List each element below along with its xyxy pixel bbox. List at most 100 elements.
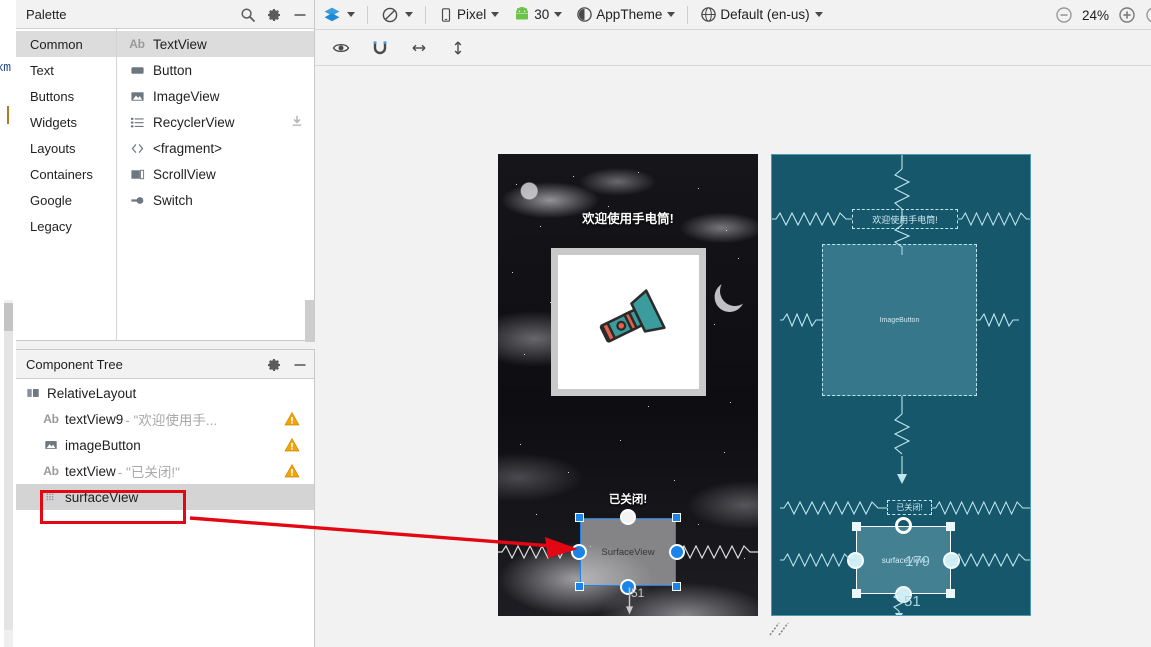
bp-resize-handle-top-right[interactable] xyxy=(946,522,955,531)
blueprint-preview[interactable]: 欢迎使用手电筒! ImageButton 已关闭! surfaceView 17… xyxy=(771,154,1031,616)
palette-item-fragment[interactable]: <fragment> xyxy=(117,135,314,161)
resize-handle-top-left[interactable] xyxy=(575,513,584,522)
bp-constraint-anchor-top[interactable] xyxy=(895,517,912,534)
minimize-icon[interactable] xyxy=(292,357,308,373)
android-robot-icon xyxy=(516,6,529,19)
textview-ab-icon: Ab xyxy=(43,412,59,426)
palette-category-label: Buttons xyxy=(30,88,75,104)
constraint-anchor-left[interactable] xyxy=(571,544,587,560)
orientation-button[interactable] xyxy=(373,3,420,27)
design-canvas[interactable]: 欢迎使用手电筒! 已关闭! SurfaceView 51 欢迎使用手电筒! Im… xyxy=(315,66,1151,647)
surfaceview-label: SurfaceView xyxy=(601,546,655,558)
palette-category-containers[interactable]: Containers xyxy=(16,161,116,187)
bottom-constraint-arrow xyxy=(625,587,634,615)
bp-resize-handle-bottom-right[interactable] xyxy=(946,589,955,598)
api-level-selector[interactable]: 30 xyxy=(506,3,569,27)
show-constraints-toggle[interactable] xyxy=(330,37,352,59)
bp-bottom-constraint-value: 51 xyxy=(904,593,921,610)
palette-item-switch[interactable]: Switch xyxy=(117,187,314,213)
palette-item-label: RecyclerView xyxy=(153,114,235,130)
editor-scrollbar-thumb[interactable] xyxy=(4,303,13,331)
tree-row-id: textView9 xyxy=(65,411,124,427)
bp-node-textview[interactable]: 已关闭! xyxy=(887,500,932,515)
bp-spring-status-left xyxy=(780,501,887,515)
palette-category-legacy[interactable]: Legacy xyxy=(16,213,116,239)
chevron-down-icon xyxy=(491,12,500,17)
preview-image-button[interactable] xyxy=(551,248,706,396)
palette-category-text[interactable]: Text xyxy=(16,57,116,83)
palette-category-google[interactable]: Google xyxy=(16,187,116,213)
vertical-align-icon xyxy=(454,41,462,54)
palette-category-widgets[interactable]: Widgets xyxy=(16,109,116,135)
palette-category-list: Common Text Buttons Widgets Layouts Cont… xyxy=(16,29,117,340)
tree-row-textview[interactable]: Ab textView - "已关闭!" xyxy=(16,458,314,484)
palette-category-buttons[interactable]: Buttons xyxy=(16,83,116,109)
palette-item-textview[interactable]: Ab TextView xyxy=(117,31,314,57)
warning-icon[interactable] xyxy=(284,437,300,453)
gear-icon[interactable] xyxy=(266,7,282,23)
tree-row-relativelayout[interactable]: RelativeLayout xyxy=(16,380,314,406)
component-tree-list: RelativeLayout Ab textView9 - "欢迎使用手... xyxy=(16,380,314,647)
minimize-icon[interactable] xyxy=(292,7,308,23)
horizontal-guideline-button[interactable] xyxy=(408,37,430,59)
textview-ab-icon: Ab xyxy=(129,37,145,51)
constraint-anchor-right[interactable] xyxy=(669,544,685,560)
zoom-in-icon[interactable] xyxy=(1118,6,1136,24)
constraint-spring-left xyxy=(498,545,580,559)
bp-spring-surface-right xyxy=(951,553,1030,567)
component-tree-panel: Component Tree RelativeLayout Ab textVie… xyxy=(16,349,315,647)
warning-icon[interactable] xyxy=(284,411,300,427)
bp-bottom-constraint-arrow xyxy=(892,592,906,615)
theme-contrast-icon xyxy=(577,7,593,22)
palette-item-button[interactable]: Button xyxy=(117,57,314,83)
bp-spring-surface-left xyxy=(780,553,856,567)
palette-item-label: ImageView xyxy=(153,88,220,104)
locale-selector[interactable]: Default (en-us) xyxy=(693,3,829,27)
textview-ab-icon: Ab xyxy=(43,464,59,478)
palette-category-label: Legacy xyxy=(30,218,72,234)
theme-selector[interactable]: AppTheme xyxy=(569,3,682,27)
palette-category-label: Widgets xyxy=(30,114,77,130)
palette-item-label: <fragment> xyxy=(153,140,223,156)
palette-category-label: Google xyxy=(30,192,72,208)
device-selector[interactable]: Pixel xyxy=(431,3,506,27)
bp-resize-handle-bottom-left[interactable] xyxy=(852,589,861,598)
switch-icon xyxy=(128,193,146,208)
palette-category-common[interactable]: Common xyxy=(16,31,116,57)
palette-item-imageview[interactable]: ImageView xyxy=(117,83,314,109)
canvas-resize-grip[interactable] xyxy=(767,620,791,638)
palette-item-recyclerview[interactable]: RecyclerView xyxy=(117,109,314,135)
bp-node-surfaceview[interactable]: surfaceView xyxy=(847,517,960,603)
tree-row-surfaceview[interactable]: surfaceView xyxy=(16,484,314,510)
selected-surfaceview[interactable]: SurfaceView xyxy=(571,509,685,595)
resize-handle-bottom-left[interactable] xyxy=(575,582,584,591)
eye-visibility-icon xyxy=(332,43,350,52)
editor-scrollbar-thumb-lower[interactable] xyxy=(4,330,13,630)
bp-resize-handle-top-left[interactable] xyxy=(852,522,861,531)
warning-icon[interactable] xyxy=(284,463,300,479)
resize-handle-top-right[interactable] xyxy=(672,513,681,522)
bp-node-imagebutton[interactable]: ImageButton xyxy=(822,244,977,396)
gear-icon[interactable] xyxy=(266,357,282,373)
resize-handle-bottom-right[interactable] xyxy=(672,582,681,591)
search-icon[interactable] xyxy=(240,7,256,23)
zoom-fit-icon[interactable] xyxy=(1145,6,1151,24)
tree-row-subtitle: - "已关闭!" xyxy=(117,465,180,480)
zoom-level-label: 24% xyxy=(1081,7,1109,23)
zoom-out-icon[interactable] xyxy=(1055,6,1073,24)
design-mode-button[interactable] xyxy=(315,3,362,27)
constraint-anchor-top[interactable] xyxy=(620,509,636,525)
palette-panel: Palette Common Text Buttons Widgets Layo… xyxy=(16,0,315,341)
tree-row-imagebutton[interactable]: imageButton xyxy=(16,432,314,458)
device-preview[interactable]: 欢迎使用手电筒! 已关闭! SurfaceView 51 xyxy=(498,154,758,616)
palette-item-label: TextView xyxy=(153,36,207,52)
palette-item-scrollview[interactable]: ScrollView xyxy=(117,161,314,187)
flashlight-icon xyxy=(599,289,666,343)
tree-row-textview9[interactable]: Ab textView9 - "欢迎使用手... xyxy=(16,406,314,432)
vertical-guideline-button[interactable] xyxy=(447,37,469,59)
palette-category-label: Common xyxy=(30,36,83,52)
autoconnect-toggle[interactable] xyxy=(369,37,391,59)
palette-category-layouts[interactable]: Layouts xyxy=(16,135,116,161)
palette-scrollbar-thumb[interactable] xyxy=(305,300,315,342)
download-icon[interactable] xyxy=(290,114,304,128)
